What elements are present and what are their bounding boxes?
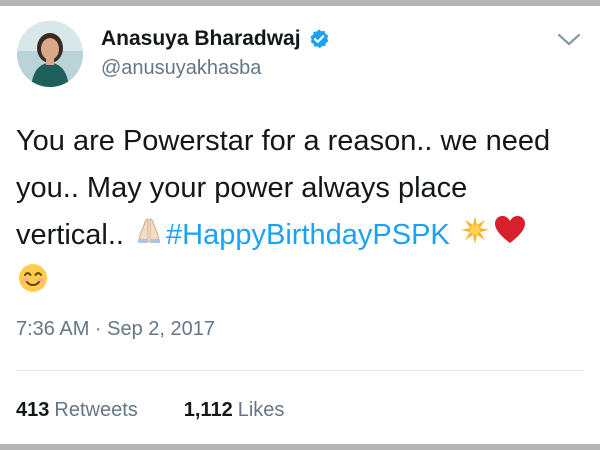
divider xyxy=(16,370,584,371)
author-handle[interactable]: @anusuyakhasba xyxy=(101,57,261,80)
author-display-name[interactable]: Anasuya Bharadwaj xyxy=(101,27,301,51)
tweet-text-line xyxy=(16,260,586,308)
hashtag-link[interactable]: #HappyBirthdayPSPK xyxy=(166,219,450,251)
verified-badge-icon xyxy=(308,28,330,50)
chevron-down-icon[interactable] xyxy=(556,31,582,49)
avatar[interactable] xyxy=(17,21,83,87)
smiling-face-icon xyxy=(18,261,48,308)
bottom-frame-band xyxy=(0,444,600,450)
author-name-row: Anasuya Bharadwaj xyxy=(101,27,330,51)
red-heart-icon xyxy=(494,213,526,260)
tweet-text-line: you.. May your power always place xyxy=(16,172,468,204)
tweet-timestamp[interactable]: 7:36 AM · Sep 2, 2017 xyxy=(16,318,215,341)
retweets-count: 413 xyxy=(16,399,50,421)
glowing-star-icon xyxy=(460,213,490,260)
likes-count: 1,112 xyxy=(183,399,233,421)
tweet-text: You are Powerstar for a reason.. we need… xyxy=(16,118,586,308)
retweets-label: Retweets xyxy=(54,399,138,421)
tweet-stats: 413 Retweets 1,112 Likes xyxy=(16,399,330,422)
folded-hands-icon xyxy=(134,213,164,260)
likes-label: Likes xyxy=(237,399,285,421)
top-frame-band xyxy=(0,0,600,6)
likes-stat[interactable]: 1,112 Likes xyxy=(184,399,285,422)
avatar-image xyxy=(17,21,83,87)
tweet-text-line: vertical.. #HappyBirthdayPSPK xyxy=(16,212,586,260)
tweet-text-line: You are Powerstar for a reason.. we need xyxy=(16,125,551,157)
retweets-stat[interactable]: 413 Retweets xyxy=(16,399,138,422)
tweet-text-segment: vertical.. xyxy=(16,219,124,251)
